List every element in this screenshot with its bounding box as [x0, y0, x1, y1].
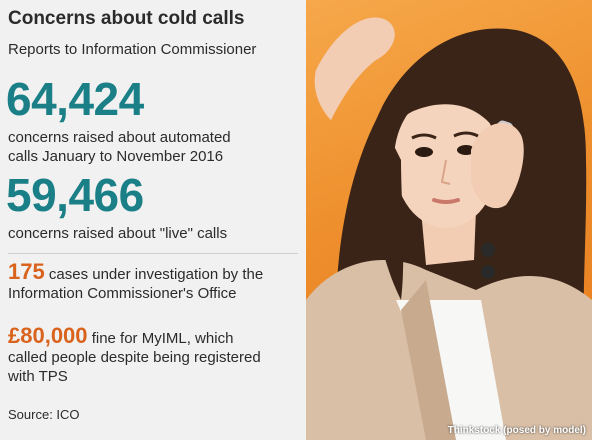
automated-calls-count: 64,424 — [6, 73, 144, 125]
stats-panel: Concerns about cold calls Reports to Inf… — [0, 0, 306, 440]
fine-line-3: with TPS — [8, 368, 68, 385]
divider — [8, 253, 298, 254]
page-subtitle: Reports to Information Commissioner — [8, 41, 257, 58]
automated-calls-line-1: concerns raised about automated — [8, 129, 231, 146]
investigations-line-2: Information Commissioner's Office — [8, 285, 237, 302]
fine-line-1: fine for MyIML, which — [87, 330, 234, 347]
fine-amount: £80,000 — [8, 323, 88, 348]
fine-line-2: called people despite being registered — [8, 349, 261, 366]
page-title: Concerns about cold calls — [8, 8, 245, 29]
live-calls-description: concerns raised about "live" calls — [8, 225, 228, 242]
fine-stat: £80,000 fine for MyIML, which called peo… — [8, 323, 300, 386]
investigations-line-1: cases under investigation by the — [44, 266, 264, 283]
source-note: Source: ICO — [8, 407, 80, 422]
live-calls-count: 59,466 — [6, 169, 144, 221]
photo-credit: Thinkstock (posed by model) — [447, 425, 586, 436]
automated-calls-line-2: calls January to November 2016 — [8, 148, 224, 165]
infographic-card: Concerns about cold calls Reports to Inf… — [0, 0, 607, 448]
woman-on-phone-photo: Thinkstock (posed by model) — [306, 0, 592, 440]
investigations-stat: 175 cases under investigation by the Inf… — [8, 259, 300, 303]
automated-calls-description: concerns raised about automated calls Ja… — [8, 128, 298, 166]
investigations-count: 175 — [8, 259, 45, 284]
woman-on-phone-illustration — [306, 17, 592, 440]
